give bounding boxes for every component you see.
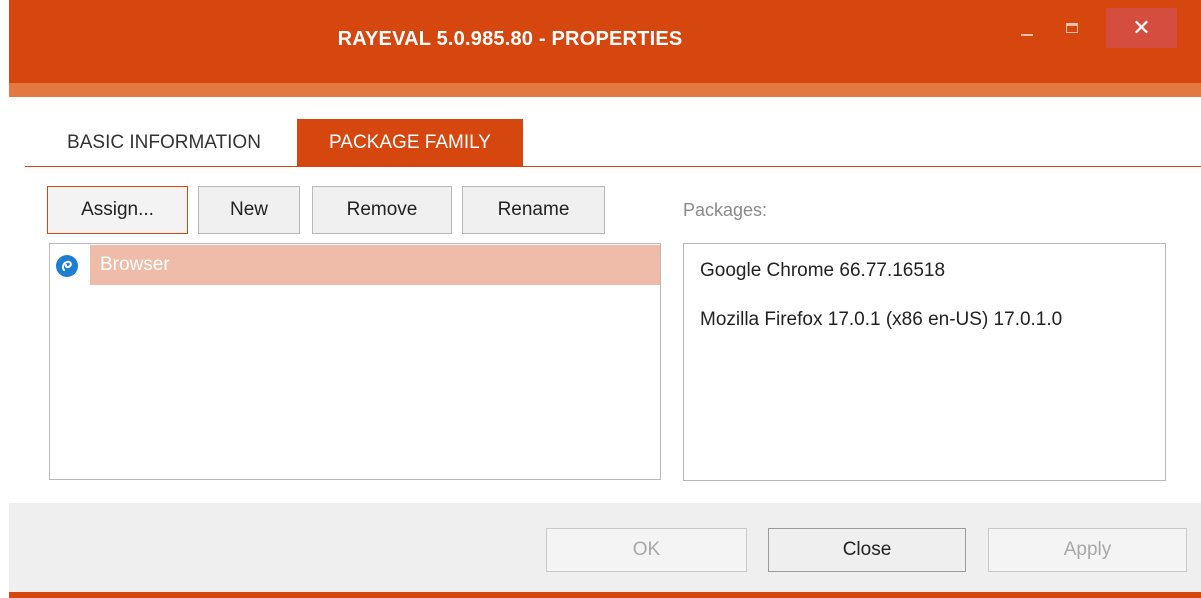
packages-label: Packages: (683, 200, 768, 220)
close-icon: ✕ (1132, 15, 1151, 41)
browser-family-icon (56, 255, 78, 277)
tab-package-family[interactable]: PACKAGE FAMILY (297, 119, 523, 167)
minimize-button[interactable] (1010, 8, 1044, 48)
package-item[interactable]: Mozilla Firefox 17.0.1 (x86 en-US) 17.0.… (700, 309, 1062, 331)
close-button[interactable]: Close (768, 528, 966, 572)
window-bottom-border (9, 592, 1201, 598)
tab-basic-information[interactable]: BASIC INFORMATION (29, 119, 299, 167)
minimize-icon (1021, 34, 1033, 36)
package-family-list[interactable]: Browser (49, 243, 661, 480)
maximize-button[interactable] (1052, 8, 1092, 48)
ok-button[interactable]: OK (546, 528, 747, 572)
rename-button[interactable]: Rename (462, 186, 605, 234)
package-item[interactable]: Google Chrome 66.77.16518 (700, 260, 945, 282)
new-button[interactable]: New (198, 186, 300, 234)
tab-underline (25, 166, 1201, 167)
assign-button[interactable]: Assign... (47, 186, 188, 234)
remove-button[interactable]: Remove (312, 186, 452, 234)
title-bar-stripe (9, 83, 1201, 97)
list-item-browser[interactable]: Browser (50, 245, 660, 285)
selection-highlight (90, 245, 660, 285)
properties-window: RAYEVAL 5.0.985.80 - PROPERTIES ✕ BASIC … (9, 0, 1201, 598)
title-bar[interactable]: RAYEVAL 5.0.985.80 - PROPERTIES ✕ (9, 0, 1201, 97)
packages-list[interactable]: Google Chrome 66.77.16518 Mozilla Firefo… (683, 243, 1166, 481)
maximize-icon (1066, 23, 1078, 33)
list-item-label: Browser (100, 254, 170, 275)
close-window-button[interactable]: ✕ (1106, 8, 1177, 48)
window-title: RAYEVAL 5.0.985.80 - PROPERTIES (337, 28, 683, 50)
apply-button[interactable]: Apply (988, 528, 1187, 572)
tab-label: BASIC INFORMATION (67, 132, 261, 153)
tab-label: PACKAGE FAMILY (329, 132, 491, 153)
